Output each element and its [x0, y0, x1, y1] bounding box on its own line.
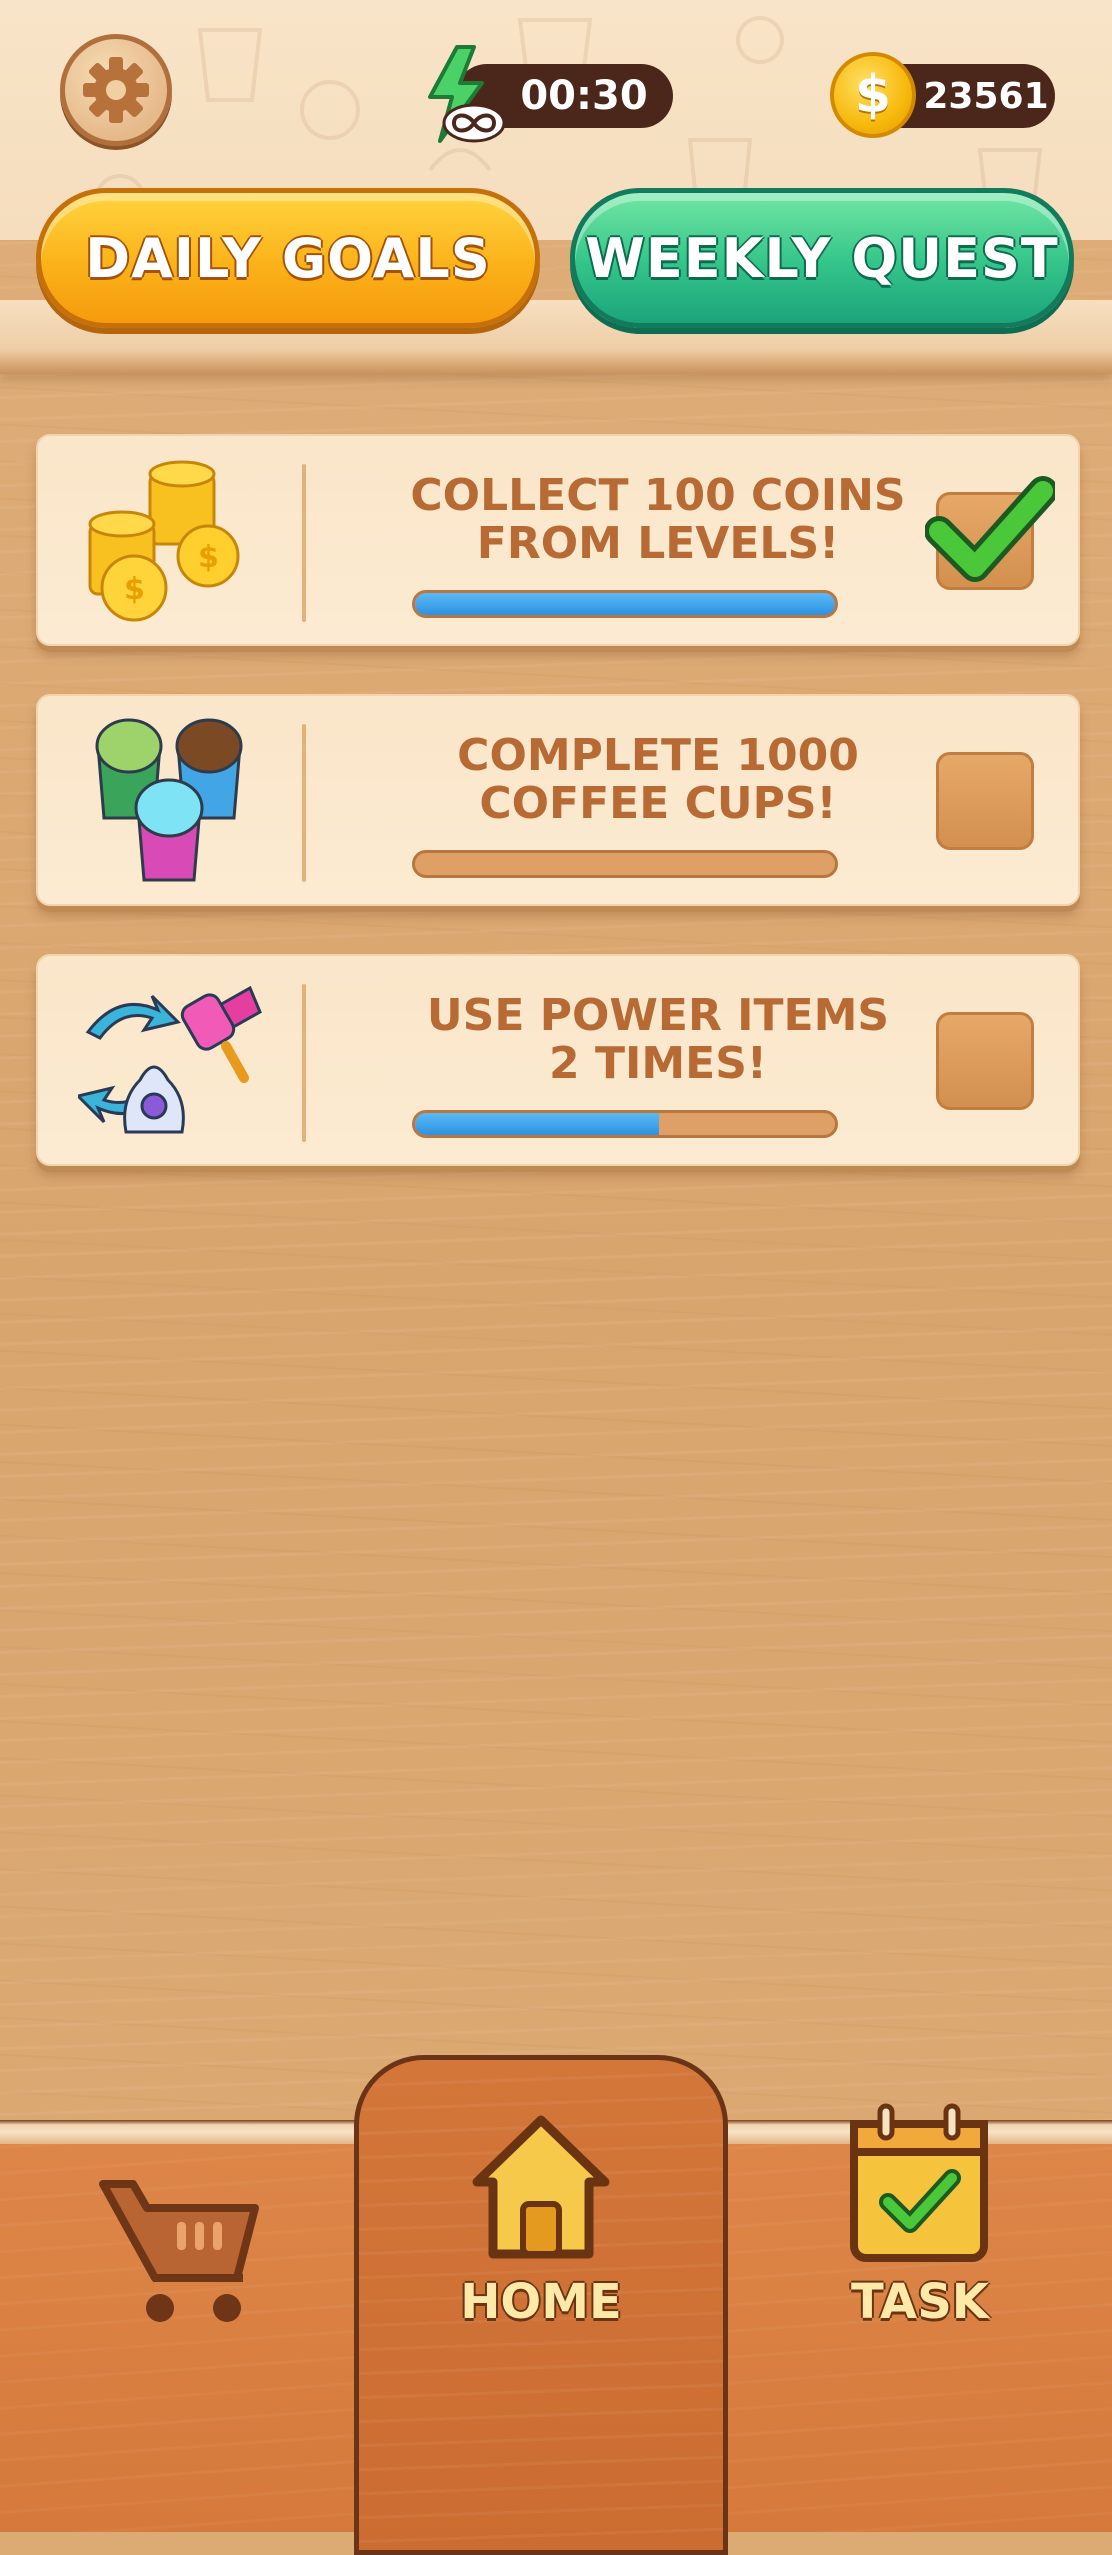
timer-text: 00:30: [520, 73, 648, 119]
coin-icon: $: [830, 52, 916, 138]
goal-progress-bar: [412, 590, 838, 618]
goal-checkbox[interactable]: [925, 476, 1055, 590]
coin-count: 23561: [923, 75, 1049, 117]
goal-title: USE POWER ITEMS 2 TIMES!: [426, 990, 890, 1089]
checkmark-icon: [925, 476, 1055, 582]
coffee-cups-icon: [95, 718, 243, 882]
gear-icon: [83, 57, 149, 123]
calendar-check-icon: [850, 2103, 988, 2262]
coin-stack-icon: $$: [88, 460, 240, 622]
card-divider: [302, 984, 306, 1142]
lightning-infinity-icon: [428, 45, 506, 143]
goal-card: USE POWER ITEMS 2 TIMES!: [36, 954, 1080, 1166]
goal-checkbox[interactable]: [936, 752, 1034, 850]
tab-daily-goals-label: DAILY GOALS: [85, 226, 491, 290]
progress-fill: [415, 1113, 659, 1135]
nav-task-button[interactable]: TASK: [840, 2100, 1000, 2340]
goal-progress-bar: [412, 1110, 838, 1138]
tab-weekly-quest[interactable]: WEEKLY QUEST: [570, 188, 1074, 328]
goal-card: $ $ COLLECT 100 COINS FROM LEVELS!: [36, 434, 1080, 646]
header-lip: [0, 352, 1112, 374]
nav-home-label: HOME: [460, 2274, 622, 2330]
home-icon: [472, 2115, 610, 2259]
card-divider: [302, 724, 306, 882]
settings-button[interactable]: [60, 34, 172, 146]
goal-progress-bar: [412, 850, 838, 878]
nav-shop-button[interactable]: [95, 2170, 265, 2330]
svg-text:$: $: [198, 540, 219, 575]
nav-task-label: TASK: [851, 2274, 989, 2330]
goal-card: COMPLETE 1000 COFFEE CUPS!: [36, 694, 1080, 906]
nav-home-button[interactable]: HOME: [354, 2055, 728, 2555]
cart-icon: [99, 2180, 259, 2322]
svg-text:$: $: [124, 572, 145, 607]
progress-fill: [415, 593, 835, 615]
power-items-icon: [78, 985, 262, 1134]
card-divider: [302, 464, 306, 622]
goal-checkbox[interactable]: [936, 1012, 1034, 1110]
tab-daily-goals[interactable]: DAILY GOALS: [36, 188, 540, 328]
goal-title: COLLECT 100 COINS FROM LEVELS!: [410, 470, 906, 569]
goal-title: COMPLETE 1000 COFFEE CUPS!: [457, 730, 859, 829]
tab-weekly-quest-label: WEEKLY QUEST: [585, 226, 1059, 290]
